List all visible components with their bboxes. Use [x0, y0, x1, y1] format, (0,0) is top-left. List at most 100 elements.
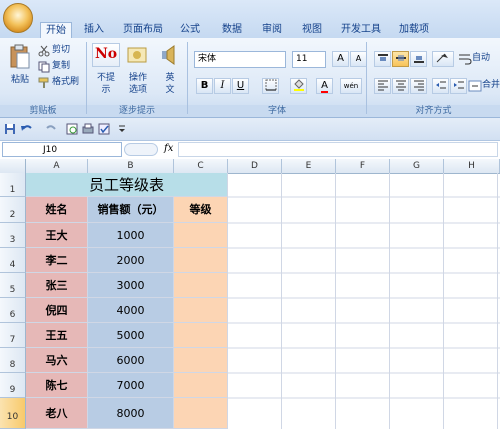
header-sales-cell[interactable]: 销售额（元）	[88, 197, 174, 223]
font-size-select[interactable]: 11	[292, 51, 326, 68]
empty-cells-area[interactable]	[228, 173, 500, 429]
tab-page-layout[interactable]: 页面布局	[118, 22, 168, 38]
align-bottom-button[interactable]	[410, 51, 427, 67]
name-cell[interactable]: 张三	[26, 273, 88, 298]
tab-insert[interactable]: 插入	[78, 22, 110, 38]
customize-toolbar-icon[interactable]	[118, 124, 126, 134]
grade-cell[interactable]	[174, 273, 228, 298]
borders-button[interactable]	[262, 78, 279, 94]
name-cell[interactable]: 王大	[26, 223, 88, 248]
align-top-button[interactable]	[374, 51, 391, 67]
cut-button[interactable]: 剪切	[52, 44, 70, 57]
header-name-cell[interactable]: 姓名	[26, 197, 88, 223]
tab-developer[interactable]: 开发工具	[336, 22, 386, 38]
increase-indent-button[interactable]	[450, 78, 467, 94]
grow-font-button[interactable]: A	[332, 51, 349, 67]
sheet-title-cell[interactable]: 员工等级表	[26, 173, 228, 197]
row-header-8[interactable]: 8	[0, 348, 26, 373]
align-center-icon	[395, 80, 406, 91]
print-icon[interactable]	[82, 123, 94, 135]
align-center-button[interactable]	[392, 78, 409, 94]
tab-addins[interactable]: 加载项	[394, 22, 434, 38]
tab-view[interactable]: 视图	[296, 22, 328, 38]
font-name-select[interactable]: 宋体	[194, 51, 286, 68]
column-header-d[interactable]: D	[228, 159, 282, 173]
name-cell[interactable]: 马六	[26, 348, 88, 373]
sales-cell[interactable]: 6000	[88, 348, 174, 373]
grade-cell[interactable]	[174, 298, 228, 323]
sales-cell[interactable]: 5000	[88, 323, 174, 348]
tab-review[interactable]: 审阅	[256, 22, 288, 38]
row-header-2[interactable]: 2	[0, 197, 26, 223]
align-right-button[interactable]	[410, 78, 427, 94]
row-header-6[interactable]: 6	[0, 298, 26, 323]
header-grade-cell[interactable]: 等级	[174, 197, 228, 223]
paste-button[interactable]: 粘贴	[6, 74, 34, 86]
name-cell[interactable]: 陈七	[26, 373, 88, 398]
bold-button[interactable]: B	[196, 78, 213, 94]
spelling-icon[interactable]	[98, 123, 110, 135]
scissors-icon	[38, 45, 50, 57]
tab-home[interactable]: 开始	[40, 22, 72, 38]
office-button[interactable]	[3, 3, 33, 33]
orientation-button[interactable]	[432, 51, 454, 67]
sales-cell[interactable]: 8000	[88, 398, 174, 429]
save-icon[interactable]	[4, 123, 16, 135]
wrap-text-button[interactable]: 自动	[472, 52, 490, 65]
merge-center-button[interactable]: 合并	[482, 79, 500, 92]
sales-cell[interactable]: 3000	[88, 273, 174, 298]
no-prompt-button[interactable]: 不提示	[92, 72, 120, 96]
copy-button[interactable]: 复制	[52, 60, 70, 73]
row-header-9[interactable]: 9	[0, 373, 26, 398]
name-cell[interactable]: 倪四	[26, 298, 88, 323]
grade-cell[interactable]	[174, 398, 228, 429]
tab-formulas[interactable]: 公式	[174, 22, 206, 38]
column-header-h[interactable]: H	[444, 159, 500, 173]
operation-options-button[interactable]: 操作 选项	[124, 72, 152, 96]
row-header-5[interactable]: 5	[0, 273, 26, 298]
tab-data[interactable]: 数据	[216, 22, 248, 38]
row-header-3[interactable]: 3	[0, 223, 26, 248]
column-header-f[interactable]: F	[336, 159, 390, 173]
phonetic-button[interactable]: wén	[340, 78, 362, 94]
shrink-font-button[interactable]: A	[350, 51, 367, 67]
name-box[interactable]: J10	[2, 142, 122, 157]
name-cell[interactable]: 李二	[26, 248, 88, 273]
align-left-button[interactable]	[374, 78, 391, 94]
grade-cell[interactable]	[174, 323, 228, 348]
formula-input[interactable]	[178, 142, 498, 157]
select-all-corner[interactable]	[0, 159, 26, 173]
decrease-indent-button[interactable]	[432, 78, 449, 94]
sales-cell[interactable]: 4000	[88, 298, 174, 323]
grade-cell[interactable]	[174, 223, 228, 248]
english-button[interactable]: 英文	[158, 72, 182, 96]
sales-cell[interactable]: 7000	[88, 373, 174, 398]
undo-icon[interactable]	[20, 123, 34, 135]
row-header-10[interactable]: 10	[0, 398, 26, 429]
italic-button[interactable]: I	[214, 78, 231, 94]
insert-function-button[interactable]: fx	[164, 143, 173, 154]
name-cell[interactable]: 王五	[26, 323, 88, 348]
row-header-7[interactable]: 7	[0, 323, 26, 348]
redo-icon[interactable]	[44, 123, 58, 135]
column-header-a[interactable]: A	[26, 159, 88, 173]
format-painter-button[interactable]: 格式刷	[52, 76, 79, 89]
grade-cell[interactable]	[174, 348, 228, 373]
column-header-g[interactable]: G	[390, 159, 444, 173]
fill-color-button[interactable]	[290, 78, 307, 94]
column-header-e[interactable]: E	[282, 159, 336, 173]
print-preview-icon[interactable]	[66, 123, 78, 135]
align-middle-icon	[395, 55, 406, 61]
sales-cell[interactable]: 2000	[88, 248, 174, 273]
grade-cell[interactable]	[174, 373, 228, 398]
name-cell[interactable]: 老八	[26, 398, 88, 429]
align-middle-button[interactable]	[392, 51, 409, 67]
row-header-1[interactable]: 1	[0, 173, 26, 197]
underline-button[interactable]: U	[232, 78, 249, 94]
sales-cell[interactable]: 1000	[88, 223, 174, 248]
row-header-4[interactable]: 4	[0, 248, 26, 273]
column-header-b[interactable]: B	[88, 159, 174, 173]
column-header-c[interactable]: C	[174, 159, 228, 173]
grade-cell[interactable]	[174, 248, 228, 273]
font-color-button[interactable]: A	[316, 78, 333, 94]
